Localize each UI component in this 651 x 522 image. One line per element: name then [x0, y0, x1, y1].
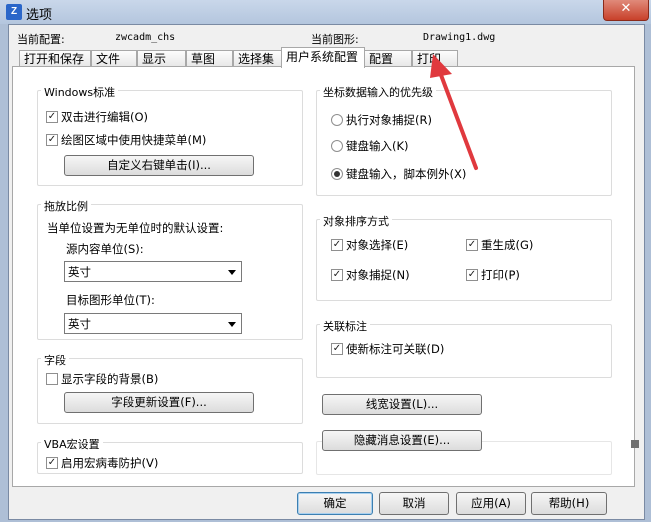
sort-obj-select-checkbox[interactable]: ✓ [331, 239, 343, 251]
shortcut-menu-checkbox[interactable]: ✓ [46, 134, 58, 146]
source-units-label: 源内容单位(S): [66, 242, 144, 256]
coord-priority-title: 坐标数据输入的优先级 [320, 84, 436, 100]
tab-selection[interactable]: 选择集 [233, 50, 282, 67]
close-button[interactable]: ✕ [603, 0, 649, 21]
virus-protect-label: 启用宏病毒防护(V) [61, 456, 159, 470]
dblclick-edit-label: 双击进行编辑(O) [61, 110, 149, 124]
new-assoc-label: 使新标注可关联(D) [346, 342, 445, 356]
assoc-dim-title: 关联标注 [320, 318, 370, 334]
radio-osnap-label: 执行对象捕捉(R) [346, 113, 432, 127]
lineweight-settings-button[interactable]: 线宽设置(L)... [322, 394, 482, 415]
radio-keyboard-label: 键盘输入(K) [346, 139, 409, 153]
chevron-down-icon [228, 322, 236, 327]
apply-button[interactable]: 应用(A) [456, 492, 526, 515]
chevron-down-icon [228, 270, 236, 275]
sort-obj-snap-label: 对象捕捉(N) [346, 268, 410, 282]
target-units-select[interactable]: 英寸 [64, 313, 242, 334]
radio-osnap[interactable] [331, 114, 343, 126]
sort-obj-select-label: 对象选择(E) [346, 238, 409, 252]
sort-plot-checkbox[interactable]: ✓ [466, 269, 478, 281]
windows-standard-title: Windows标准 [41, 84, 119, 100]
sort-obj-snap-checkbox[interactable]: ✓ [331, 269, 343, 281]
shortcut-menu-label: 绘图区域中使用快捷菜单(M) [61, 133, 207, 147]
dblclick-edit-checkbox[interactable]: ✓ [46, 111, 58, 123]
object-sort-group [316, 219, 612, 301]
sort-regen-checkbox[interactable]: ✓ [466, 239, 478, 251]
radio-keyboard-except-scripts-label: 键盘输入，脚本例外(X) [346, 167, 467, 181]
ok-button[interactable]: 确定 [297, 492, 373, 515]
radio-selected-dot [334, 171, 340, 177]
object-sort-title: 对象排序方式 [320, 213, 392, 229]
cancel-button[interactable]: 取消 [379, 492, 449, 515]
show-field-bg-label: 显示字段的背景(B) [61, 372, 159, 386]
tab-user-preferences[interactable]: 用户系统配置 [281, 47, 365, 68]
virus-protect-checkbox[interactable]: ✓ [46, 457, 58, 469]
field-update-settings-button[interactable]: 字段更新设置(F)... [64, 392, 254, 413]
resize-grip-icon[interactable] [631, 440, 639, 448]
hidden-message-settings-button[interactable]: 隐藏消息设置(E)... [322, 430, 482, 451]
radio-keyboard-except-scripts[interactable] [331, 168, 343, 180]
tab-files[interactable]: 文件 [91, 50, 137, 67]
tab-drafting[interactable]: 草图 [186, 50, 233, 67]
custom-right-click-button[interactable]: 自定义右键单击(I)... [64, 155, 254, 176]
help-button[interactable]: 帮助(H) [531, 492, 607, 515]
field-group [37, 358, 303, 424]
vba-title: VBA宏设置 [41, 436, 103, 452]
field-title: 字段 [41, 352, 69, 368]
source-units-select[interactable]: 英寸 [64, 261, 242, 282]
current-drawing-value: Drawing1.dwg [423, 32, 496, 43]
tab-open-save[interactable]: 打开和保存 [19, 50, 91, 67]
drag-scale-desc: 当单位设置为无单位时的默认设置: [47, 221, 224, 235]
target-units-label: 目标图形单位(T): [66, 293, 155, 307]
current-profile-value: zwcadm_chs [115, 32, 176, 43]
show-field-bg-checkbox[interactable] [46, 373, 58, 385]
drag-scale-title: 拖放比例 [41, 198, 91, 214]
tab-display[interactable]: 显示 [137, 50, 186, 67]
current-drawing-label: 当前图形: [311, 33, 359, 46]
source-units-value: 英寸 [68, 265, 91, 279]
title-bar [0, 0, 651, 24]
tab-profiles[interactable]: 配置 [364, 50, 412, 67]
app-logo-icon: Z [6, 4, 22, 20]
sort-regen-label: 重生成(G) [481, 238, 534, 252]
sort-plot-label: 打印(P) [481, 268, 520, 282]
current-profile-label: 当前配置: [17, 33, 65, 46]
tab-plot[interactable]: 打印 [412, 50, 458, 67]
radio-keyboard[interactable] [331, 140, 343, 152]
target-units-value: 英寸 [68, 317, 91, 331]
window-title: 选项 [26, 8, 53, 23]
new-assoc-checkbox[interactable]: ✓ [331, 343, 343, 355]
